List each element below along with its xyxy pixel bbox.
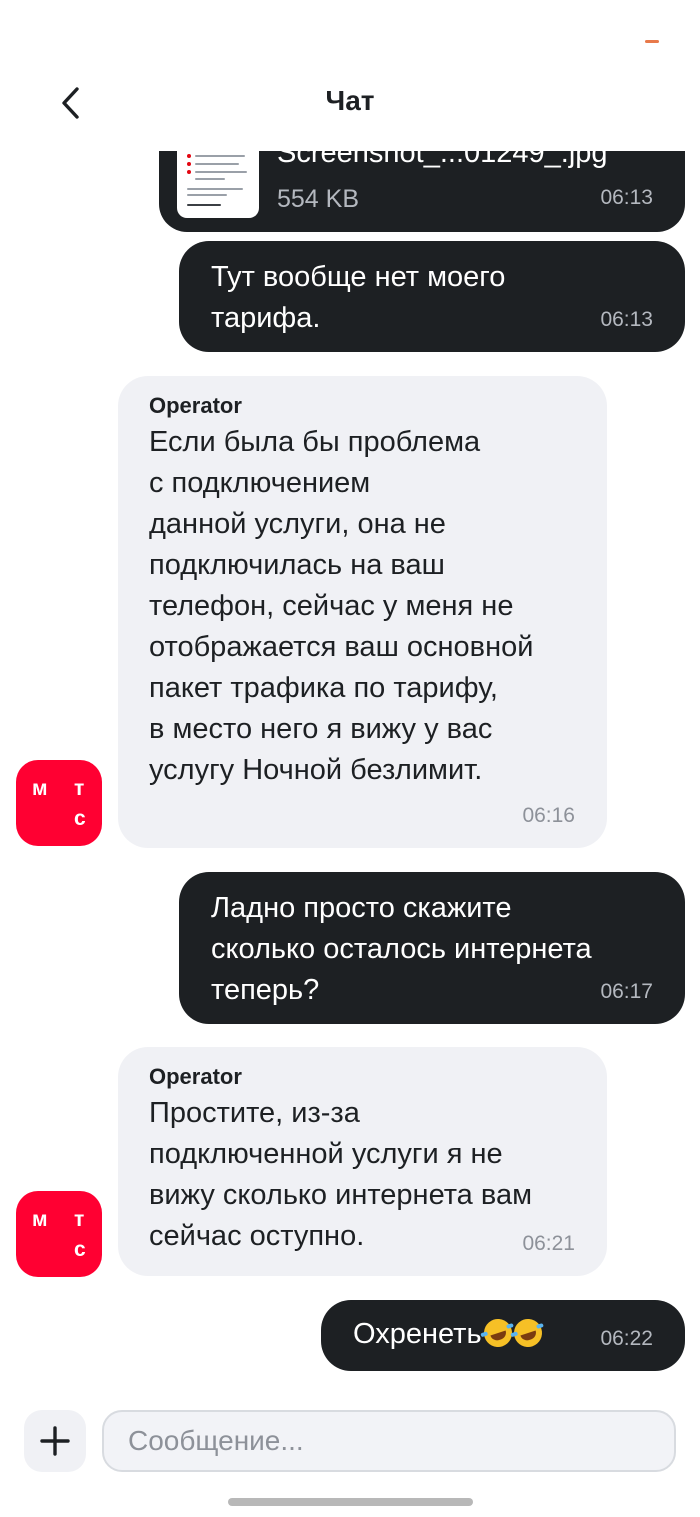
page-title: Чат [325, 85, 375, 116]
message-time: 06:17 [600, 980, 653, 1003]
mts-avatar: м т с [16, 1191, 102, 1277]
outgoing-message[interactable]: Ладно просто скажите сколько осталось ин… [179, 872, 685, 1024]
chat-header: Чат [0, 55, 700, 151]
message-time: 06:13 [600, 308, 653, 331]
message-time: 06:16 [522, 804, 575, 827]
mts-avatar: м т с [16, 760, 102, 846]
message-text: Простите, из-за подключенной услуги я не… [149, 1097, 533, 1252]
sender-name: Operator [149, 1064, 242, 1089]
attach-button[interactable] [24, 1410, 86, 1472]
outgoing-message[interactable]: Охренеть 06:22 [321, 1300, 685, 1371]
home-indicator[interactable] [228, 1498, 473, 1506]
file-size: 554 KB [277, 185, 360, 213]
chat-messages[interactable]: Screenshot_...01249_.jpg 554 KB 06:13 Ту… [0, 0, 700, 1517]
rolling-on-floor-laughing-icon [509, 1315, 546, 1351]
message-input[interactable] [102, 1410, 676, 1472]
message-text: Если была бы проблема с подключением дан… [149, 426, 534, 786]
message-time: 06:13 [600, 186, 653, 209]
outgoing-message[interactable]: Тут вообще нет моего тарифа. 06:13 [179, 241, 685, 352]
message-text: Тут вообще нет моего тарифа. [211, 261, 506, 334]
message-time: 06:22 [600, 1327, 653, 1350]
message-time: 06:21 [522, 1232, 575, 1255]
sender-name: Operator [149, 393, 242, 418]
plus-icon [40, 1426, 70, 1456]
message-text: Ладно просто скажите сколько осталось ин… [211, 892, 592, 1006]
incoming-message[interactable]: Operator Простите, из-за подключенной ус… [118, 1047, 607, 1276]
incoming-message[interactable]: Operator Если была бы проблема с подключ… [118, 376, 607, 848]
